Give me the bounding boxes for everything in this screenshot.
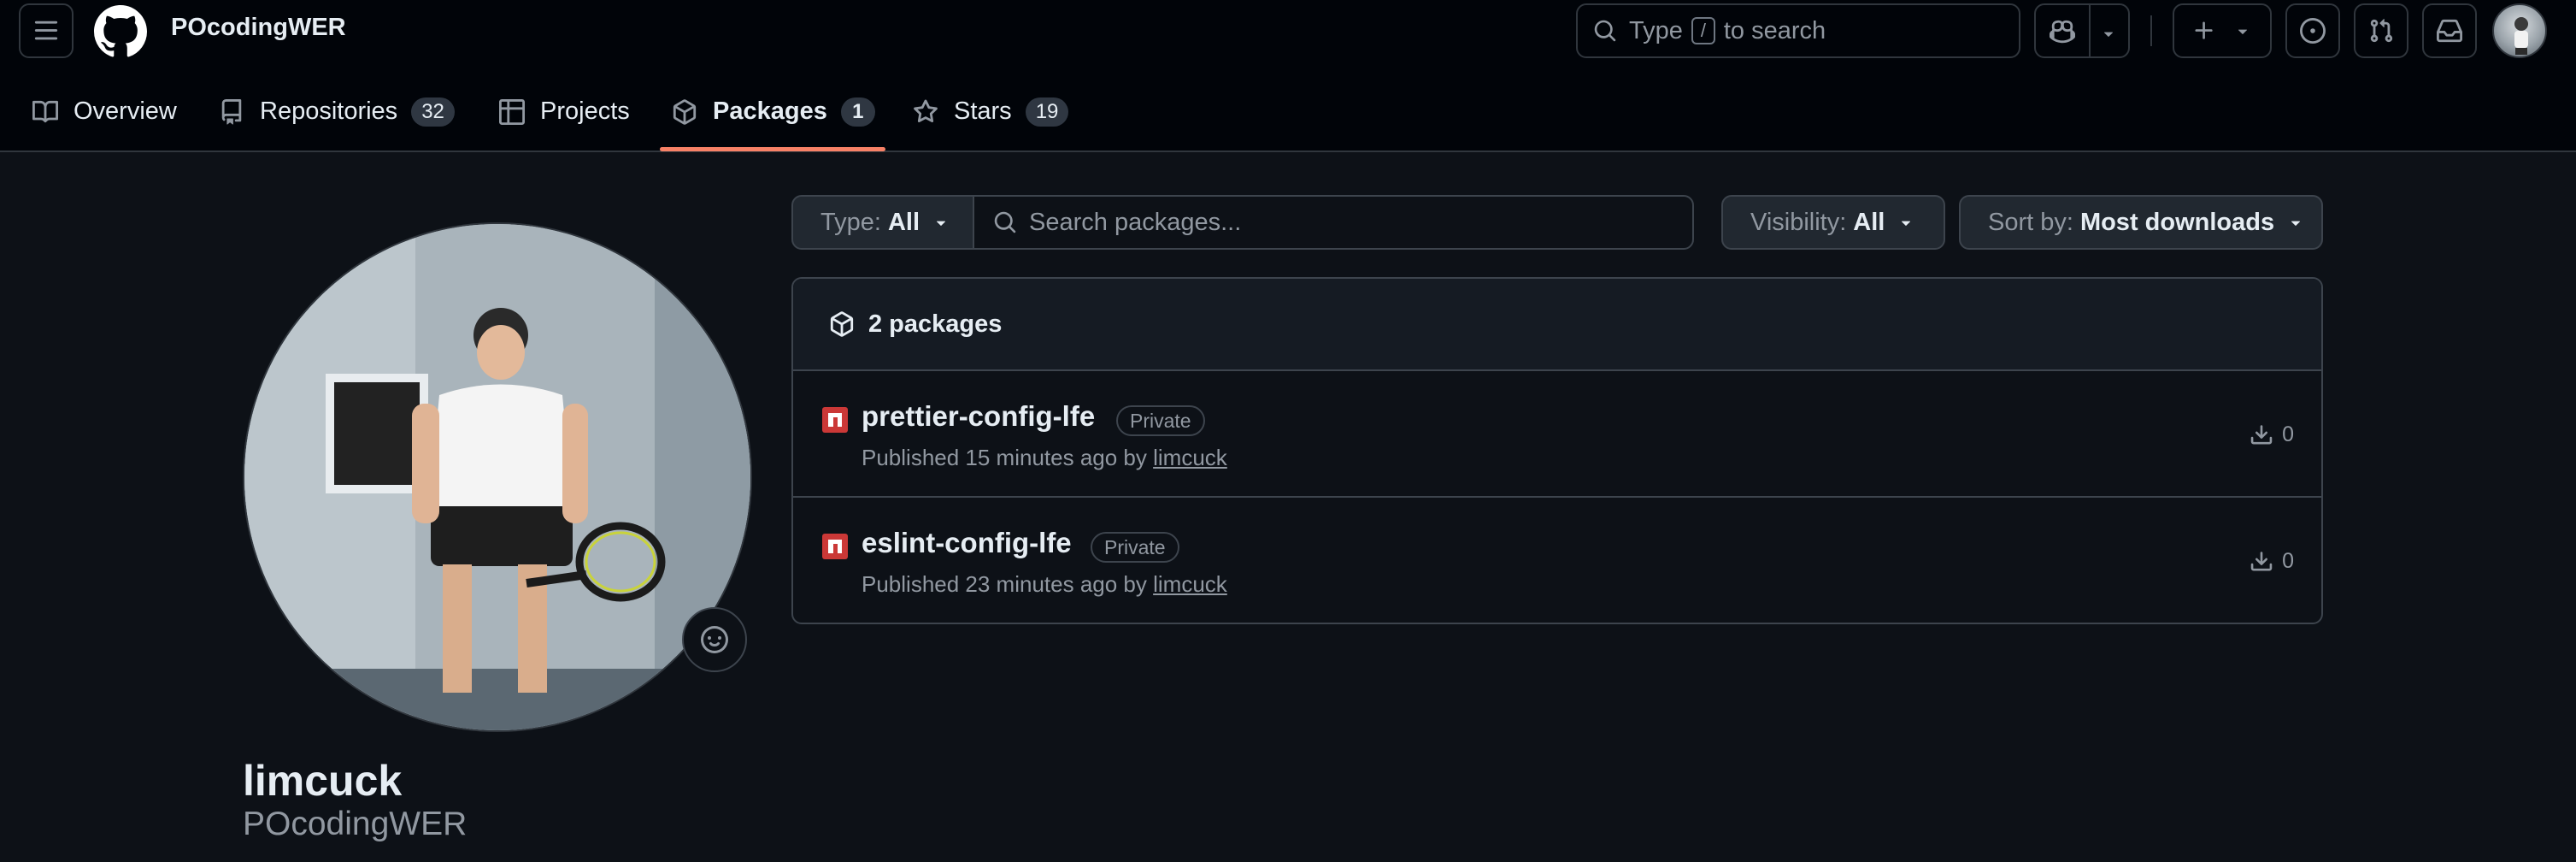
caret-down-icon — [1897, 213, 1915, 232]
visibility-badge: Private — [1116, 405, 1205, 436]
issue-opened-icon — [2300, 18, 2326, 44]
sort-prefix: Sort by: — [1988, 208, 2073, 236]
search-shortcut-key: / — [1691, 17, 1715, 44]
package-search-input[interactable] — [1029, 208, 1679, 237]
package-search-field[interactable] — [973, 195, 1694, 250]
download-count: 0 — [2250, 422, 2294, 447]
search-prefix: Type — [1629, 16, 1683, 44]
package-meta: Published 23 minutes ago by limcuck — [862, 571, 1227, 598]
tab-projects-label: Projects — [540, 97, 630, 125]
packages-count-badge: 1 — [840, 97, 875, 127]
search-icon — [993, 210, 1017, 234]
author-link[interactable]: limcuck — [1153, 445, 1227, 470]
download-count: 0 — [2250, 549, 2294, 574]
active-tab-indicator — [660, 147, 885, 151]
tab-projects[interactable]: Projects — [499, 86, 630, 152]
tab-packages-label: Packages — [713, 97, 827, 125]
type-filter-value: All — [887, 208, 920, 236]
repo-icon — [219, 99, 244, 125]
visibility-filter-prefix: Visibility: — [1750, 208, 1847, 236]
search-suffix: to search — [1723, 16, 1826, 44]
tab-repositories[interactable]: Repositories 32 — [219, 86, 455, 152]
tab-packages[interactable]: Packages 1 — [672, 86, 875, 152]
global-header: POcodingWER Type / to search Overview Re… — [0, 0, 2576, 152]
issues-button[interactable] — [2285, 3, 2340, 58]
list-item: prettier-config-lfe Private Published 15… — [793, 371, 2321, 498]
tab-stars-label: Stars — [954, 97, 1012, 125]
tab-repositories-label: Repositories — [260, 97, 398, 125]
sort-value: Most downloads — [2079, 208, 2275, 236]
package-icon — [672, 99, 697, 125]
caret-down-icon — [932, 213, 950, 232]
user-avatar[interactable] — [2492, 3, 2547, 58]
type-filter-prefix: Type: — [820, 208, 881, 236]
list-item: eslint-config-lfe Private Published 23 m… — [793, 498, 2321, 623]
chevron-down-icon — [2233, 21, 2252, 40]
visibility-badge: Private — [1091, 532, 1179, 563]
packages-list: 2 packages prettier-config-lfe Private P… — [791, 277, 2323, 624]
profile-tab-nav: Overview Repositories 32 Projects Packag… — [0, 86, 2576, 152]
package-meta: Published 15 minutes ago by limcuck — [862, 445, 1227, 471]
header-separator — [2150, 15, 2152, 46]
download-icon — [2250, 423, 2273, 447]
download-icon — [2250, 550, 2273, 574]
pull-requests-button[interactable] — [2354, 3, 2408, 58]
search-icon — [1593, 19, 1617, 43]
profile-display-name: POcodingWER — [243, 806, 468, 842]
tab-stars[interactable]: Stars 19 — [913, 86, 1069, 152]
type-filter-dropdown[interactable]: Type: All — [791, 195, 974, 250]
package-name-link[interactable]: prettier-config-lfe — [862, 400, 1095, 433]
visibility-filter-value: All — [1853, 208, 1885, 236]
copilot-button[interactable] — [2034, 3, 2130, 58]
published-text: Published 15 minutes ago by — [862, 445, 1147, 470]
set-status-button[interactable] — [682, 607, 747, 672]
plus-icon — [2192, 19, 2216, 43]
context-name[interactable]: POcodingWER — [171, 14, 346, 42]
npm-icon — [822, 534, 848, 559]
profile-username: limcuck — [243, 757, 403, 805]
copilot-divider — [2089, 5, 2091, 56]
download-count-value: 0 — [2282, 422, 2294, 446]
github-logo-icon[interactable] — [94, 5, 147, 58]
profile-avatar[interactable] — [243, 222, 752, 732]
star-icon — [913, 99, 938, 125]
caret-down-icon — [2286, 213, 2305, 232]
global-search-input[interactable]: Type / to search — [1576, 3, 2020, 58]
author-link[interactable]: limcuck — [1153, 571, 1227, 597]
package-icon — [829, 311, 855, 337]
repositories-count-badge: 32 — [411, 97, 455, 127]
git-pull-request-icon — [2368, 18, 2394, 44]
stars-count-badge: 19 — [1025, 97, 1069, 127]
inbox-icon — [2437, 18, 2462, 44]
smiley-icon — [701, 626, 728, 653]
tab-overview[interactable]: Overview — [32, 86, 177, 152]
npm-icon — [822, 407, 848, 433]
menu-button[interactable] — [19, 3, 74, 58]
package-name-link[interactable]: eslint-config-lfe — [862, 527, 1072, 559]
hamburger-icon — [33, 18, 59, 44]
download-count-value: 0 — [2282, 549, 2294, 573]
create-new-button[interactable] — [2173, 3, 2272, 58]
book-icon — [32, 99, 58, 125]
sort-dropdown[interactable]: Sort by: Most downloads — [1959, 195, 2323, 250]
visibility-filter-dropdown[interactable]: Visibility: All — [1721, 195, 1945, 250]
tab-overview-label: Overview — [74, 97, 177, 125]
published-text: Published 23 minutes ago by — [862, 571, 1147, 597]
chevron-down-icon[interactable] — [2099, 24, 2118, 43]
copilot-icon — [2050, 19, 2075, 44]
table-icon — [499, 99, 525, 125]
packages-list-header: 2 packages — [793, 279, 2321, 371]
inbox-button[interactable] — [2422, 3, 2477, 58]
packages-count: 2 packages — [868, 310, 1003, 338]
